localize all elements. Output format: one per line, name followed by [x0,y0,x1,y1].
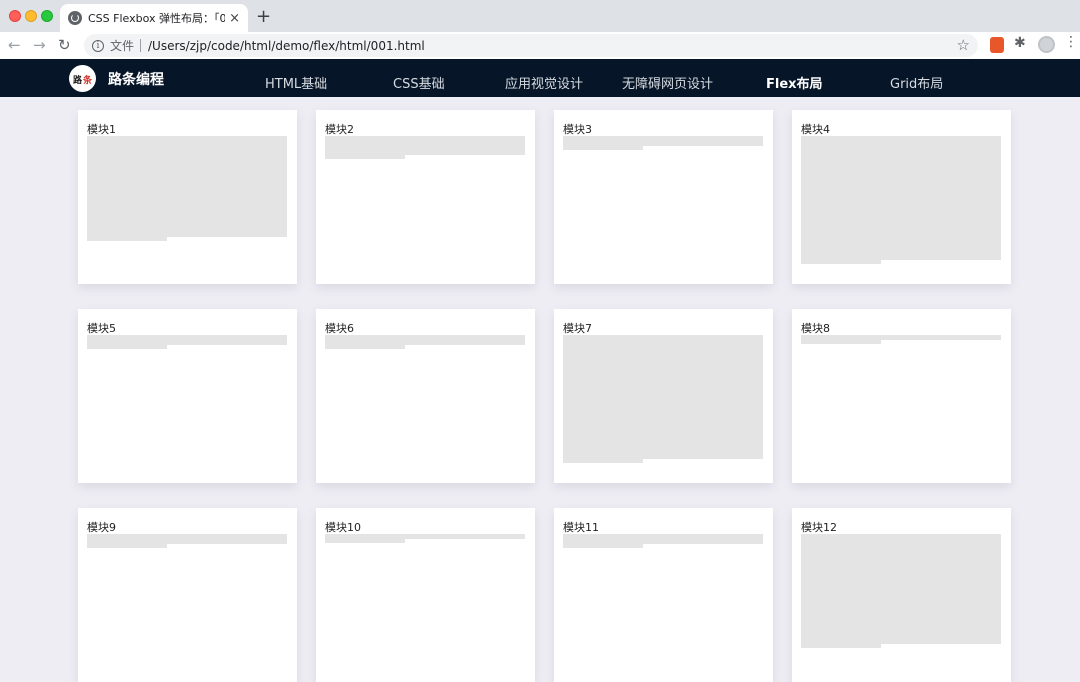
content-placeholder [87,136,287,241]
profile-avatar[interactable] [1038,36,1055,53]
module-card: 模块7 [554,309,773,483]
module-title: 模块8 [801,322,830,335]
address-bar[interactable]: i 文件 /Users/zjp/code/html/demo/flex/html… [84,34,978,57]
content-placeholder [801,335,1001,344]
content-placeholder [325,335,525,349]
minimize-window-button[interactable] [25,10,37,22]
logo-char-2: 条 [83,76,93,86]
nav-item-grid[interactable]: Grid布局 [890,73,943,92]
content-placeholder [87,534,287,548]
content-placeholder [325,136,525,159]
module-card: 模块5 [78,309,297,483]
close-window-button[interactable] [9,10,21,22]
nav-item-visual-design[interactable]: 应用视觉设计 [505,73,583,92]
nav-item-accessibility[interactable]: 无障碍网页设计 [622,73,713,92]
menu-kebab-icon[interactable]: ⋮ [1064,34,1078,50]
site-nav-bar: 路 条 路条编程 HTML基础 CSS基础 应用视觉设计 无障碍网页设计 Fle… [0,59,1080,97]
browser-tab[interactable]: CSS Flexbox 弹性布局：「01」 × [60,4,248,32]
info-icon[interactable]: i [92,39,104,52]
url-scheme-label: 文件 [110,39,135,53]
module-title: 模块10 [325,521,361,534]
content-placeholder [325,534,525,543]
address-separator [140,39,142,52]
module-card: 模块4 [792,110,1011,284]
extension-icon[interactable] [990,37,1004,53]
url-text[interactable]: /Users/zjp/code/html/demo/flex/html/001.… [148,39,425,53]
module-title: 模块6 [325,322,354,335]
module-title: 模块5 [87,322,116,335]
content-placeholder [801,136,1001,264]
new-tab-button[interactable]: + [256,6,271,27]
module-card: 模块8 [792,309,1011,483]
module-card: 模块6 [316,309,535,483]
module-title: 模块3 [563,123,592,136]
globe-icon [68,11,82,25]
module-card: 模块1 [78,110,297,284]
browser-tabstrip: CSS Flexbox 弹性布局：「01」 × + [0,0,1080,32]
puzzle-icon[interactable]: ✱ [1014,35,1026,51]
back-arrow-icon[interactable]: ← [8,36,21,54]
site-brand[interactable]: 路条编程 [108,69,164,89]
forward-arrow-icon[interactable]: → [33,36,46,54]
module-card: 模块3 [554,110,773,284]
module-title: 模块2 [325,123,354,136]
content-placeholder [563,335,763,463]
module-title: 模块11 [563,521,599,534]
module-grid: 模块1 模块2 模块3 模块4 模块5 模块6 模块7 模块8 模块9 模块10… [78,110,1011,682]
zoom-window-button[interactable] [41,10,53,22]
logo-char-1: 路 [73,76,83,86]
reload-icon[interactable]: ↻ [58,36,71,54]
module-card: 模块2 [316,110,535,284]
close-tab-icon[interactable]: × [229,11,240,26]
nav-item-html[interactable]: HTML基础 [265,73,327,92]
nav-item-flex[interactable]: Flex布局 [766,73,823,92]
module-card: 模块9 [78,508,297,682]
module-title: 模块7 [563,322,592,335]
module-title: 模块4 [801,123,830,136]
module-title: 模块1 [87,123,116,136]
module-card: 模块10 [316,508,535,682]
bookmark-star-icon[interactable]: ☆ [957,36,970,54]
tab-title: CSS Flexbox 弹性布局：「01」 [88,12,226,25]
content-placeholder [563,534,763,548]
content-placeholder [801,534,1001,648]
content-placeholder [563,136,763,150]
nav-item-css[interactable]: CSS基础 [393,73,445,92]
module-title: 模块9 [87,521,116,534]
content-placeholder [87,335,287,349]
module-card: 模块11 [554,508,773,682]
site-logo[interactable]: 路 条 [69,65,96,92]
module-card: 模块12 [792,508,1011,682]
browser-toolbar: ← → ↻ i 文件 /Users/zjp/code/html/demo/fle… [0,32,1080,59]
module-title: 模块12 [801,521,837,534]
